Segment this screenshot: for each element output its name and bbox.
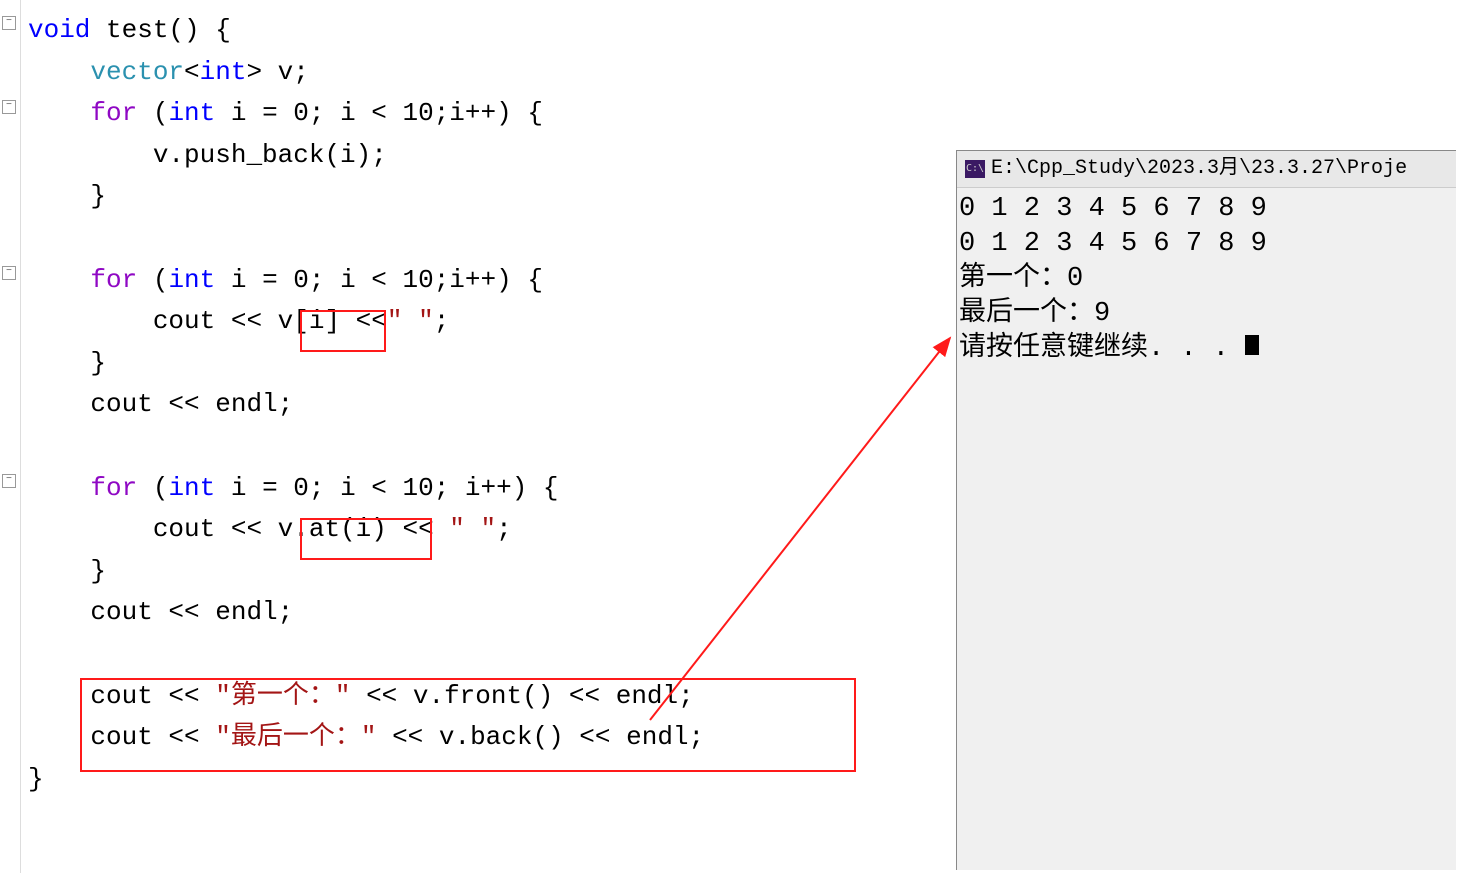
code-line: cout << v[i] <<" "; <box>28 306 449 336</box>
code-line: cout << "最后一个：" << v.back() << endl; <box>28 722 704 752</box>
console-app-icon: C:\ <box>965 160 985 178</box>
code-line: } <box>28 764 44 794</box>
code-line: cout << endl; <box>28 597 293 627</box>
output-line: 请按任意键继续. . . <box>959 334 1245 364</box>
code-line: cout << "第一个：" << v.front() << endl; <box>28 681 694 711</box>
console-titlebar: C:\ E:\Cpp_Study\2023.3月\23.3.27\Proje <box>957 151 1456 188</box>
code-line: v.push_back(i); <box>28 140 387 170</box>
code-line: cout << endl; <box>28 389 293 419</box>
code-line: for (int i = 0; i < 10; i++) { <box>28 473 559 503</box>
output-line: 第一个：0 <box>959 264 1083 294</box>
code-line: } <box>28 348 106 378</box>
output-line: 最后一个：9 <box>959 299 1110 329</box>
cursor-icon <box>1245 335 1259 355</box>
code-line: } <box>28 556 106 586</box>
code-line: for (int i = 0; i < 10;i++) { <box>28 265 543 295</box>
output-line: 0 1 2 3 4 5 6 7 8 9 <box>959 229 1267 259</box>
code-line: vector<int> v; <box>28 57 309 87</box>
code-line: } <box>28 181 106 211</box>
console-window: C:\ E:\Cpp_Study\2023.3月\23.3.27\Proje 0… <box>956 150 1456 870</box>
console-title-text: E:\Cpp_Study\2023.3月\23.3.27\Proje <box>991 151 1407 187</box>
console-output: 0 1 2 3 4 5 6 7 8 9 0 1 2 3 4 5 6 7 8 9 … <box>957 188 1456 371</box>
code-line: for (int i = 0; i < 10;i++) { <box>28 98 543 128</box>
code-line: cout << v.at(i) << " "; <box>28 514 512 544</box>
code-line: void test() { <box>28 15 231 45</box>
code-editor[interactable]: void test() { vector<int> v; for (int i … <box>0 0 960 850</box>
output-line: 0 1 2 3 4 5 6 7 8 9 <box>959 194 1267 224</box>
